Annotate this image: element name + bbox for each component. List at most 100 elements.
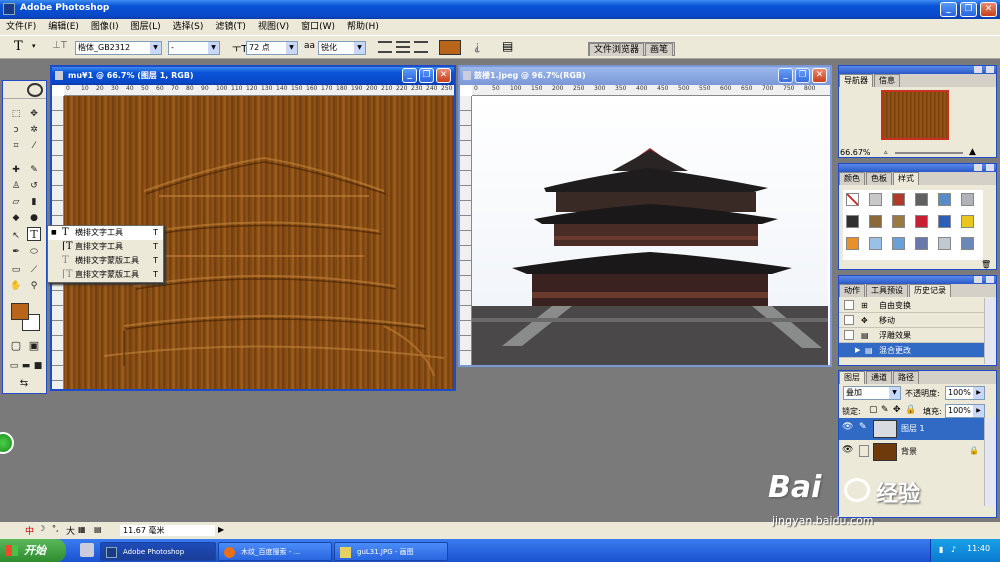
doc2-close-button[interactable]: ✕ [812, 68, 827, 83]
antialias-select[interactable]: 锐化 ▼ [318, 41, 366, 55]
quick-launch-icon[interactable] [80, 543, 94, 557]
tower-photo-canvas[interactable] [472, 96, 828, 365]
panel-minimize-icon[interactable] [974, 66, 982, 73]
style-swatch[interactable] [869, 237, 882, 250]
menu-edit[interactable]: 编辑(E) [42, 19, 85, 35]
lock-image-icon[interactable]: ✎ [881, 405, 889, 415]
tab-actions[interactable]: 动作 [839, 284, 865, 297]
menu-view[interactable]: 视图(V) [252, 19, 295, 35]
close-button[interactable]: ✕ [980, 2, 997, 17]
style-swatch[interactable] [915, 237, 928, 250]
jump-to-imageready-icon[interactable]: ⇆ [17, 377, 31, 391]
magic-wand-tool[interactable]: ✲ [27, 123, 41, 137]
doc2-minimize-button[interactable]: _ [778, 68, 793, 83]
history-scrollbar[interactable] [984, 298, 995, 364]
zoom-tool[interactable]: ⚲ [27, 279, 41, 293]
standard-mode-icon[interactable]: ▢ [9, 339, 23, 353]
tool-preset-arrow-icon[interactable]: ▾ [32, 42, 36, 50]
style-swatch[interactable] [846, 237, 859, 250]
menu-help[interactable]: 帮助(H) [341, 19, 385, 35]
style-swatch[interactable] [892, 237, 905, 250]
tab-file-browser[interactable]: 文件浏览器 [589, 43, 645, 56]
style-swatch[interactable] [961, 237, 974, 250]
ime-indicator[interactable]: 中 [25, 524, 34, 537]
tab-navigator[interactable]: 导航器 [839, 74, 873, 87]
align-right-icon[interactable] [414, 41, 428, 53]
brush-tool[interactable]: ✎ [27, 163, 41, 177]
fill-input[interactable]: 100% ▶ [945, 404, 985, 418]
tray-volume-icon[interactable]: ♪ [951, 545, 956, 554]
path-select-tool[interactable]: ↖ [9, 229, 23, 243]
style-swatch[interactable] [892, 193, 905, 206]
tab-layers[interactable]: 图层 [839, 371, 865, 384]
style-swatch[interactable] [915, 193, 928, 206]
move-tool[interactable]: ✥ [27, 107, 41, 121]
font-style-select[interactable]: - ▼ [168, 41, 220, 55]
style-swatch[interactable] [938, 237, 951, 250]
tray-network-icon[interactable]: ▮ [939, 545, 943, 554]
history-checkbox[interactable] [844, 300, 854, 310]
dodge-tool[interactable]: ● [27, 211, 41, 225]
menu-item-horizontal-type-mask[interactable]: T 横排文字蒙版工具 T [48, 254, 163, 268]
menu-item-horizontal-type[interactable]: ■ T 横排文字工具 T [48, 226, 163, 240]
style-swatch[interactable] [961, 193, 974, 206]
ime-size-label[interactable]: 大 [66, 524, 75, 537]
menu-image[interactable]: 图像(I) [85, 19, 125, 35]
style-swatch[interactable] [961, 215, 974, 228]
font-family-select[interactable]: 楷体_GB2312 ▼ [75, 41, 162, 55]
lasso-tool[interactable]: ↄ [9, 123, 23, 137]
ime-settings-icon[interactable]: ▤ [94, 525, 102, 534]
delete-style-icon[interactable]: 🗑 [981, 260, 991, 269]
tab-channels[interactable]: 通道 [866, 371, 892, 384]
status-menu-arrow-icon[interactable]: ▶ [218, 525, 224, 534]
style-swatch[interactable] [938, 193, 951, 206]
style-swatch[interactable] [869, 215, 882, 228]
healing-tool[interactable]: ✚ [9, 163, 23, 177]
side-float-widget[interactable] [0, 432, 14, 454]
font-size-select[interactable]: 72 点 ▼ [246, 41, 298, 55]
foreground-color-swatch[interactable] [11, 303, 29, 320]
style-swatch[interactable] [938, 215, 951, 228]
marquee-tool[interactable]: ⬚ [9, 107, 23, 121]
minimize-button[interactable]: _ [940, 2, 957, 17]
start-button[interactable]: 开始 [0, 539, 66, 562]
maximize-button[interactable]: ❐ [960, 2, 977, 17]
eye-icon[interactable]: 👁 [842, 445, 853, 455]
doc2-maximize-button[interactable]: ❐ [795, 68, 810, 83]
menu-file[interactable]: 文件(F) [0, 19, 42, 35]
zoom-out-icon[interactable]: ▵ [884, 148, 888, 156]
doc1-maximize-button[interactable]: ❐ [419, 68, 434, 83]
tab-color[interactable]: 颜色 [839, 172, 865, 185]
align-left-icon[interactable] [378, 41, 392, 53]
eyedropper-tool[interactable]: ⟋ [27, 263, 41, 277]
layer-row[interactable]: 👁 背景 🔒 [839, 441, 984, 463]
text-color-swatch[interactable] [439, 40, 461, 55]
opacity-input[interactable]: 100% ▶ [945, 386, 985, 400]
history-item[interactable]: ⊞ 自由变换 [839, 298, 985, 313]
tab-tool-presets[interactable]: 工具预设 [866, 284, 908, 297]
tab-styles[interactable]: 样式 [893, 172, 919, 185]
ime-punctuation-icon[interactable]: °, [52, 524, 59, 533]
shape-tool[interactable]: ⬭ [27, 245, 41, 259]
crop-tool[interactable]: ⌗ [9, 139, 23, 153]
panel-minimize-icon[interactable] [974, 276, 982, 283]
taskbar-photoshop[interactable]: Adobe Photoshop [100, 542, 216, 561]
navigator-thumbnail[interactable] [881, 90, 949, 140]
style-swatch[interactable] [892, 215, 905, 228]
zoom-slider[interactable] [895, 152, 963, 154]
style-none[interactable] [846, 193, 859, 206]
panel-minimize-icon[interactable] [974, 164, 982, 171]
eraser-tool[interactable]: ▱ [9, 195, 23, 209]
stamp-tool[interactable]: ♙ [9, 179, 23, 193]
menu-item-vertical-type-mask[interactable]: ⌈T 直排文字蒙版工具 T [48, 268, 163, 282]
tab-paths[interactable]: 路径 [893, 371, 919, 384]
menu-layer[interactable]: 图层(L) [125, 19, 167, 35]
doc1-minimize-button[interactable]: _ [402, 68, 417, 83]
tab-brushes[interactable]: 画笔 [645, 43, 674, 56]
layer-name[interactable]: 图层 1 [901, 423, 925, 434]
history-item-active[interactable]: ▶ ▤ 混合更改 [839, 343, 985, 358]
ime-moon-icon[interactable]: ☽ [38, 524, 45, 533]
style-swatch[interactable] [869, 193, 882, 206]
tab-history[interactable]: 历史记录 [909, 284, 951, 297]
type-tool[interactable]: T [27, 227, 41, 241]
